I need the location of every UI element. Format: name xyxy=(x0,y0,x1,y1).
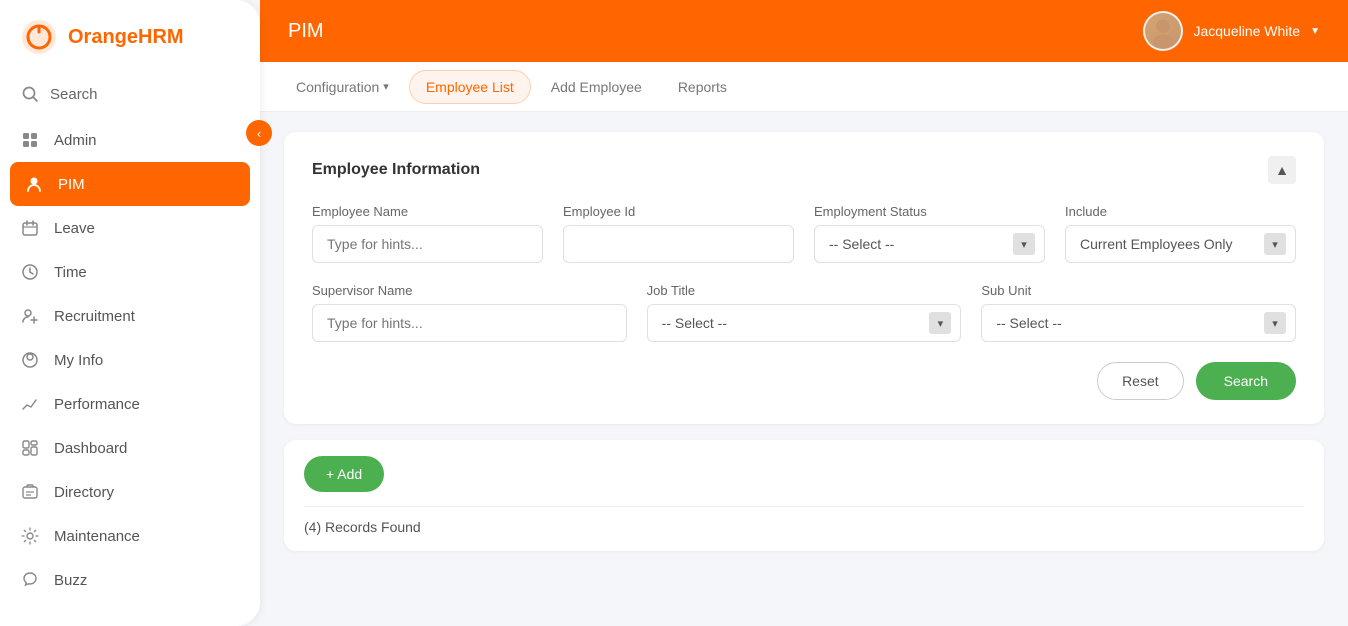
user-chevron-icon: ▼ xyxy=(1310,26,1320,37)
sidebar-label-dashboard: Dashboard xyxy=(54,440,127,457)
sub-unit-group: Sub Unit -- Select -- ▾ xyxy=(981,283,1296,342)
sidebar-label-maintenance: Maintenance xyxy=(54,528,140,545)
nav-tabs: Configuration ▾ Employee List Add Employ… xyxy=(260,62,1348,112)
avatar xyxy=(1143,11,1183,51)
include-select[interactable]: Current Employees Only xyxy=(1065,225,1296,263)
employee-id-input[interactable] xyxy=(563,225,794,263)
employment-status-select-wrap: -- Select -- ▾ xyxy=(814,225,1045,263)
sidebar-item-directory[interactable]: Directory xyxy=(0,470,260,514)
recruitment-icon xyxy=(20,306,40,326)
time-icon xyxy=(20,262,40,282)
sidebar-item-buzz[interactable]: Buzz xyxy=(0,558,260,602)
sidebar-label-pim: PIM xyxy=(58,176,85,193)
sidebar-item-performance[interactable]: Performance xyxy=(0,382,260,426)
main-content: PIM Jacqueline White ▼ Configuration ▾ E… xyxy=(260,0,1348,626)
employment-status-select[interactable]: -- Select -- xyxy=(814,225,1045,263)
app-name: OrangeHRM xyxy=(68,26,184,49)
sidebar-nav: Admin PIM Leave Time Rec xyxy=(0,118,260,602)
employment-status-group: Employment Status -- Select -- ▾ xyxy=(814,204,1045,263)
sidebar-label-buzz: Buzz xyxy=(54,572,87,589)
job-title-label: Job Title xyxy=(647,283,962,298)
supervisor-name-group: Supervisor Name xyxy=(312,283,627,342)
sidebar: OrangeHRM Search Admin PIM Leave xyxy=(0,0,260,626)
sidebar-label-time: Time xyxy=(54,264,87,281)
search-icon xyxy=(20,84,40,104)
sidebar-item-dashboard[interactable]: Dashboard xyxy=(0,426,260,470)
sidebar-label-admin: Admin xyxy=(54,132,97,149)
sidebar-toggle-button[interactable]: ‹ xyxy=(246,120,272,146)
sidebar-item-pim[interactable]: PIM xyxy=(10,162,250,206)
header-title: PIM xyxy=(288,20,324,43)
admin-icon xyxy=(20,130,40,150)
employee-info-card: Employee Information ▲ Employee Name Emp… xyxy=(284,132,1324,424)
employee-id-label: Employee Id xyxy=(563,204,794,219)
sidebar-label-directory: Directory xyxy=(54,484,114,501)
sidebar-item-maintenance[interactable]: Maintenance xyxy=(0,514,260,558)
sidebar-label-leave: Leave xyxy=(54,220,95,237)
records-found: (4) Records Found xyxy=(304,506,1304,535)
search-button[interactable]: Search xyxy=(1196,362,1296,400)
buzz-icon xyxy=(20,570,40,590)
user-name: Jacqueline White xyxy=(1193,23,1300,39)
supervisor-name-input[interactable] xyxy=(312,304,627,342)
tab-reports[interactable]: Reports xyxy=(662,71,743,103)
include-label: Include xyxy=(1065,204,1296,219)
sidebar-item-recruitment[interactable]: Recruitment xyxy=(0,294,260,338)
include-select-wrap: Current Employees Only ▾ xyxy=(1065,225,1296,263)
include-group: Include Current Employees Only ▾ xyxy=(1065,204,1296,263)
card-title: Employee Information xyxy=(312,161,480,179)
employee-name-group: Employee Name xyxy=(312,204,543,263)
sub-unit-label: Sub Unit xyxy=(981,283,1296,298)
add-employee-button[interactable]: + Add xyxy=(304,456,384,492)
employee-name-label: Employee Name xyxy=(312,204,543,219)
form-row-1: Employee Name Employee Id Employment Sta… xyxy=(312,204,1296,263)
sidebar-logo: OrangeHRM xyxy=(0,0,260,74)
form-row-2: Supervisor Name Job Title -- Select -- ▾… xyxy=(312,283,1296,342)
avatar-image xyxy=(1145,13,1181,49)
employee-name-input[interactable] xyxy=(312,225,543,263)
reset-button[interactable]: Reset xyxy=(1097,362,1184,400)
user-menu[interactable]: Jacqueline White ▼ xyxy=(1143,11,1320,51)
employee-id-group: Employee Id xyxy=(563,204,794,263)
sidebar-item-myinfo[interactable]: My Info xyxy=(0,338,260,382)
job-title-select-wrap: -- Select -- ▾ xyxy=(647,304,962,342)
sidebar-label-performance: Performance xyxy=(54,396,140,413)
sidebar-label-recruitment: Recruitment xyxy=(54,308,135,325)
leave-icon xyxy=(20,218,40,238)
sidebar-item-time[interactable]: Time xyxy=(0,250,260,294)
maintenance-icon xyxy=(20,526,40,546)
collapse-button[interactable]: ▲ xyxy=(1268,156,1296,184)
sidebar-label-myinfo: My Info xyxy=(54,352,103,369)
chevron-down-icon: ▾ xyxy=(383,80,389,93)
directory-icon xyxy=(20,482,40,502)
myinfo-icon xyxy=(20,350,40,370)
search-label: Search xyxy=(50,86,98,103)
tab-employee-list[interactable]: Employee List xyxy=(409,70,531,104)
job-title-group: Job Title -- Select -- ▾ xyxy=(647,283,962,342)
content-area: Employee Information ▲ Employee Name Emp… xyxy=(260,112,1348,626)
sub-unit-select-wrap: -- Select -- ▾ xyxy=(981,304,1296,342)
sidebar-search[interactable]: Search xyxy=(0,74,260,114)
dashboard-icon xyxy=(20,438,40,458)
tab-configuration[interactable]: Configuration ▾ xyxy=(280,71,405,103)
orangehrm-logo-icon xyxy=(20,18,58,56)
employment-status-label: Employment Status xyxy=(814,204,1045,219)
supervisor-name-label: Supervisor Name xyxy=(312,283,627,298)
sidebar-item-leave[interactable]: Leave xyxy=(0,206,260,250)
performance-icon xyxy=(20,394,40,414)
sidebar-item-admin[interactable]: Admin xyxy=(0,118,260,162)
pim-icon xyxy=(24,174,44,194)
card-header: Employee Information ▲ xyxy=(312,156,1296,184)
add-records-section: + Add (4) Records Found xyxy=(284,440,1324,551)
form-actions: Reset Search xyxy=(312,362,1296,400)
sub-unit-select[interactable]: -- Select -- xyxy=(981,304,1296,342)
tab-add-employee[interactable]: Add Employee xyxy=(535,71,658,103)
page-header: PIM Jacqueline White ▼ xyxy=(260,0,1348,62)
job-title-select[interactable]: -- Select -- xyxy=(647,304,962,342)
